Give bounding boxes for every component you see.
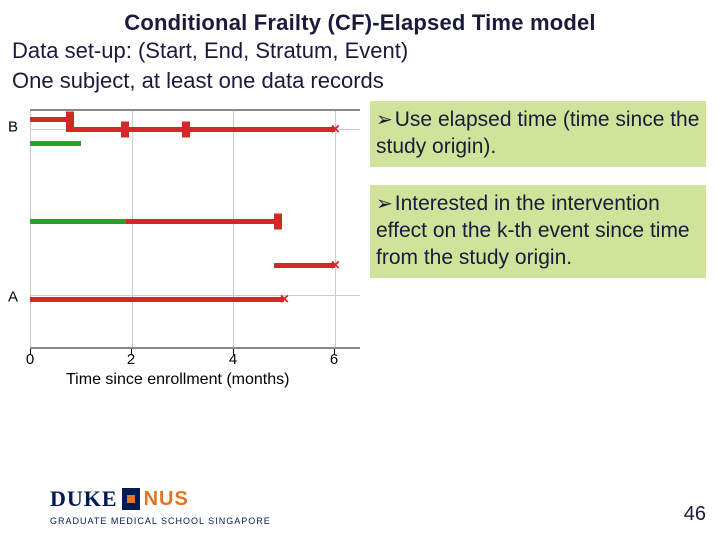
bullet-arrow-icon: ➢	[376, 108, 393, 134]
logo-part-duke: DUKE	[50, 486, 118, 512]
timeline-chart: B A × × × 0 2 4 6 Time sin	[0, 101, 370, 391]
x-tick-0: 0	[26, 351, 34, 368]
slide-title: Conditional Frailty (CF)-Elapsed Time mo…	[0, 0, 720, 36]
bullet-list: ➢Use elapsed time (time since the study …	[370, 101, 720, 295]
bullet-1-text: Use elapsed time (time since the study o…	[376, 108, 699, 158]
bullet-2: ➢Interested in the intervention effect o…	[370, 185, 706, 278]
logo-crest-icon	[122, 488, 140, 510]
censor-icon: ×	[331, 257, 340, 275]
y-tick-b: B	[8, 119, 18, 136]
bullet-1: ➢Use elapsed time (time since the study …	[370, 101, 706, 167]
logo-part-nus: NUS	[144, 488, 189, 511]
censor-icon: ×	[331, 121, 340, 139]
y-tick-a: A	[8, 289, 18, 306]
subtitle-line-2: One subject, at least one data records	[0, 66, 720, 96]
bullet-2-text: Interested in the intervention effect on…	[376, 192, 690, 269]
x-tick-6: 6	[330, 351, 338, 368]
bullet-arrow-icon: ➢	[376, 192, 393, 218]
page-number: 46	[684, 503, 706, 526]
subtitle-line-1: Data set-up: (Start, End, Stratum, Event…	[0, 36, 720, 66]
logo: DUKE NUS	[50, 486, 189, 512]
x-axis-label: Time since enrollment (months)	[66, 371, 289, 389]
censor-icon: ×	[280, 291, 289, 309]
x-tick-2: 2	[127, 351, 135, 368]
x-tick-4: 4	[229, 351, 237, 368]
plot-area: × × ×	[30, 109, 360, 349]
logo-subtitle: GRADUATE MEDICAL SCHOOL SINGAPORE	[50, 516, 271, 526]
